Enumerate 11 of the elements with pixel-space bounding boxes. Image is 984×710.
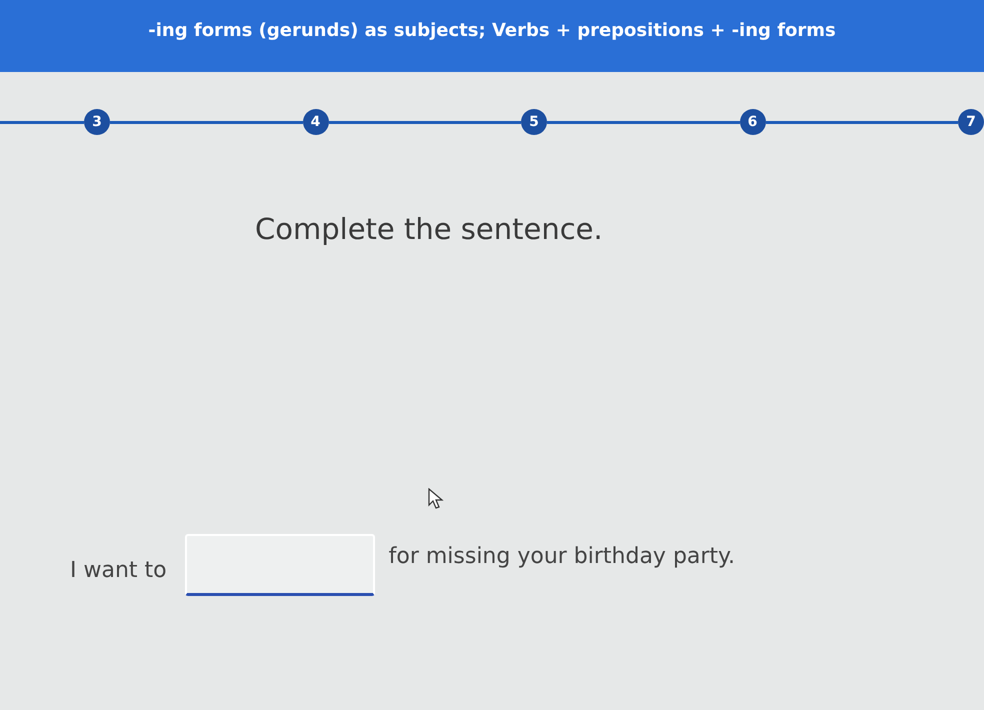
step-number[interactable]: 6 — [740, 109, 766, 135]
answer-field[interactable] — [184, 534, 375, 596]
instruction-text: Complete the sentence. — [255, 212, 604, 246]
step-number[interactable]: 7 — [958, 109, 984, 135]
step-number[interactable]: 3 — [84, 109, 110, 135]
mouse-pointer-icon — [428, 488, 444, 510]
lesson-title: -ing forms (gerunds) as subjects; Verbs + prepositions + -ing forms — [148, 20, 836, 41]
step-number[interactable]: 4 — [302, 109, 328, 135]
sentence-text: for missing your birthday party. — [388, 544, 735, 569]
sentence-text: I want to — [70, 558, 167, 583]
step-number[interactable]: 5 — [521, 109, 547, 135]
